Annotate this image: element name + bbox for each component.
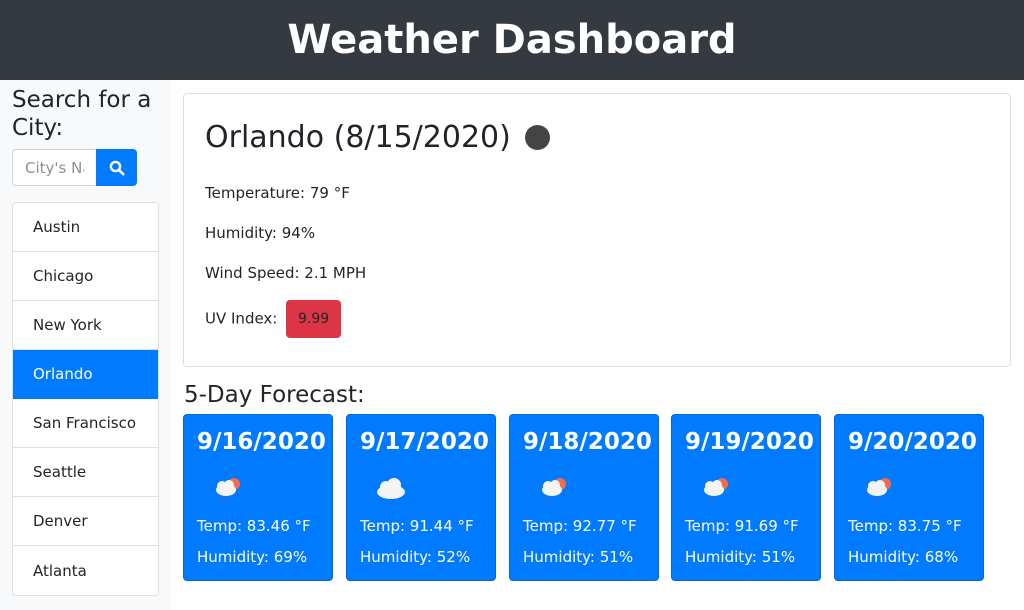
forecast-temp: Temp: 91.69 °F (685, 517, 799, 535)
forecast-card: 9/18/2020 Temp: 92.77 °F Humidity: 51% (509, 414, 659, 581)
search-input[interactable] (12, 149, 96, 186)
city-item-atlanta[interactable]: Atlanta (13, 546, 158, 595)
sidebar: Search for a City: Austin Chicago New Yo… (0, 80, 171, 610)
forecast-temp: Temp: 91.44 °F (360, 517, 474, 535)
forecast-card: 9/19/2020 Temp: 91.69 °F Humidity: 51% (671, 414, 821, 581)
current-weather-card: Orlando (8/15/2020) Temperature: 79 °F H… (183, 93, 1011, 367)
forecast-date: 9/18/2020 (523, 429, 652, 455)
uv-index-label: UV Index: (205, 309, 278, 328)
forecast-date: 9/16/2020 (197, 429, 326, 455)
forecast-humidity: Humidity: 69% (197, 548, 308, 566)
search-form (12, 149, 137, 186)
city-item-austin[interactable]: Austin (13, 203, 158, 252)
city-item-san-francisco[interactable]: San Francisco (13, 399, 158, 448)
forecast-humidity: Humidity: 52% (360, 548, 471, 566)
forecast-title: 5-Day Forecast: (184, 382, 365, 408)
city-list: Austin Chicago New York Orlando San Fran… (12, 202, 159, 596)
forecast-temp: Temp: 83.46 °F (197, 517, 311, 535)
wind-speed-text: Wind Speed: 2.1 MPH (205, 264, 367, 282)
current-city-title: Orlando (8/15/2020) (205, 120, 511, 155)
rain-cloud-sun-icon (867, 478, 891, 502)
search-icon (109, 160, 124, 175)
search-button[interactable] (96, 149, 137, 186)
humidity-text: Humidity: 94% (205, 224, 316, 242)
uv-index-row: UV Index: 9.99 (205, 300, 342, 338)
forecast-date: 9/17/2020 (360, 429, 489, 455)
forecast-humidity: Humidity: 68% (848, 548, 959, 566)
city-item-chicago[interactable]: Chicago (13, 252, 158, 301)
city-item-seattle[interactable]: Seattle (13, 448, 158, 497)
app-header: Weather Dashboard (0, 0, 1024, 80)
forecast-date: 9/20/2020 (848, 429, 977, 455)
page-title: Weather Dashboard (287, 17, 737, 63)
cloud-icon (377, 478, 405, 499)
current-city-heading: Orlando (8/15/2020) (205, 120, 550, 155)
city-item-new-york[interactable]: New York (13, 301, 158, 350)
rain-cloud-sun-icon (542, 478, 566, 502)
rain-cloud-sun-icon (216, 478, 240, 502)
dark-circle-icon (524, 125, 550, 150)
forecast-humidity: Humidity: 51% (685, 548, 796, 566)
forecast-card: 9/17/2020 Temp: 91.44 °F Humidity: 52% (346, 414, 496, 581)
uv-index-badge: 9.99 (286, 300, 342, 338)
temperature-text: Temperature: 79 °F (205, 184, 350, 202)
forecast-temp: Temp: 83.75 °F (848, 517, 962, 535)
forecast-card: 9/20/2020 Temp: 83.75 °F Humidity: 68% (834, 414, 984, 581)
search-title: Search for a City: (12, 87, 152, 141)
rain-cloud-sun-icon (704, 478, 728, 502)
city-item-denver[interactable]: Denver (13, 497, 158, 546)
forecast-temp: Temp: 92.77 °F (523, 517, 637, 535)
forecast-humidity: Humidity: 51% (523, 548, 634, 566)
forecast-date: 9/19/2020 (685, 429, 814, 455)
forecast-card: 9/16/2020 Temp: 83.46 °F Humidity: 69% (183, 414, 333, 581)
city-item-orlando[interactable]: Orlando (13, 350, 158, 399)
